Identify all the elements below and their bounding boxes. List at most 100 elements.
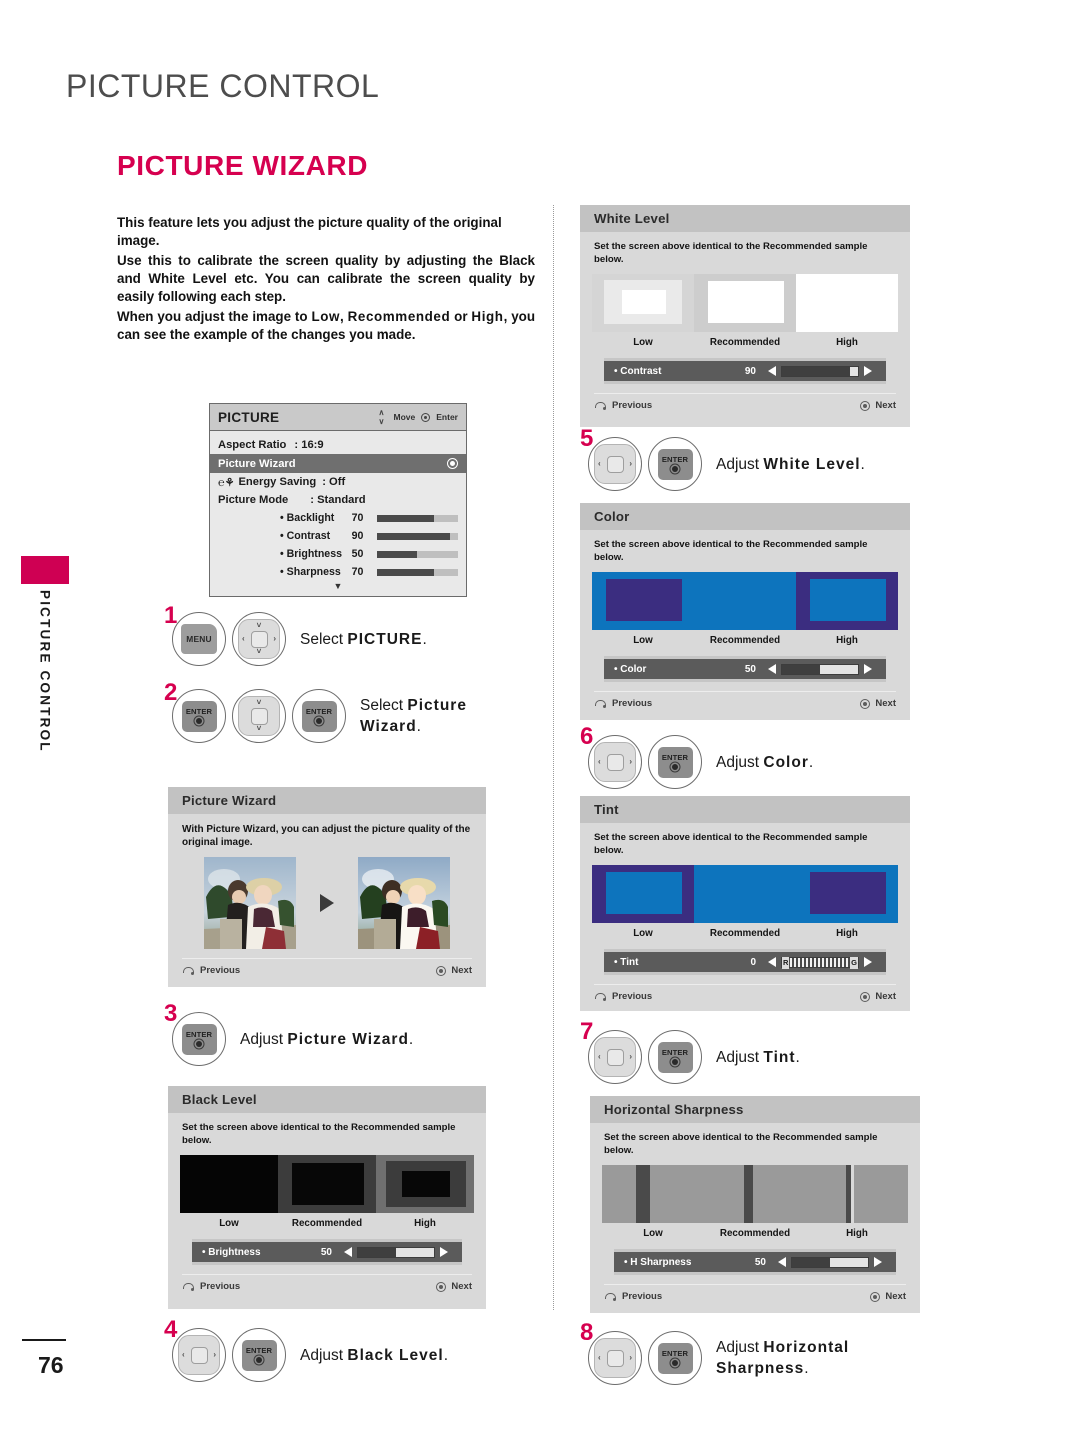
next-button[interactable]: Next [436, 965, 472, 976]
next-button[interactable]: Next [436, 1281, 472, 1292]
tint-slider[interactable]: • Tint 0 R G [604, 949, 886, 975]
osd-slider-bar[interactable] [376, 550, 459, 558]
slider-track[interactable] [781, 663, 859, 675]
previous-button[interactable]: Previous [604, 1291, 662, 1302]
osd-item-picture-wizard[interactable]: Picture Wizard [210, 454, 466, 473]
dpad-button[interactable]: ˅ ˅ ‹ › [232, 612, 286, 666]
sample-low: Low [592, 274, 694, 348]
osd-slider-bar[interactable] [376, 514, 459, 522]
previous-label: Previous [622, 1291, 663, 1302]
decrease-icon[interactable] [778, 1257, 786, 1267]
color-slider[interactable]: • Color 50 [604, 656, 886, 682]
slider-label: • Brightness [202, 1246, 261, 1258]
enter-key-icon: ENTER [181, 1023, 217, 1055]
enter-button[interactable]: ENTER [648, 735, 702, 789]
sample-high: High [376, 1155, 474, 1229]
panel-title: Black Level [168, 1086, 486, 1113]
decrease-icon[interactable] [344, 1247, 352, 1257]
next-button[interactable]: Next [860, 400, 896, 411]
step-1: 1 MENU ˅ ˅ ‹ › Select PICTURE. [164, 604, 427, 666]
slider-track[interactable] [791, 1256, 869, 1268]
sample-label: High [836, 635, 858, 646]
osd-item-energy-saving[interactable]: ℮⚘ Energy Saving : Off [210, 473, 466, 491]
osd-slider-brightness[interactable]: • Brightness 50 [210, 545, 466, 563]
next-button[interactable]: Next [860, 991, 896, 1002]
menu-button[interactable]: MENU [172, 612, 226, 666]
dpad-button[interactable]: ‹ › [588, 1030, 642, 1084]
slider-label: • Contrast [614, 365, 662, 377]
sample-image-before [204, 857, 296, 949]
osd-slider-bar[interactable] [376, 568, 459, 576]
increase-icon[interactable] [874, 1257, 882, 1267]
osd-slider-sharpness[interactable]: • Sharpness 70 [210, 563, 466, 581]
step-number: 3 [164, 1000, 178, 1027]
enter-button[interactable]: ENTER [648, 1331, 702, 1385]
slider-track[interactable] [357, 1246, 435, 1258]
panel-description: Set the screen above identical to the Re… [594, 539, 868, 563]
dpad-button[interactable]: ‹ › [588, 735, 642, 789]
slider-track[interactable] [781, 365, 859, 377]
increase-icon[interactable] [864, 664, 872, 674]
step-7: 7 ‹ › ENTER Adjust Tint. [580, 1020, 800, 1084]
slider-track[interactable]: R G [781, 956, 859, 969]
sample-label: Low [633, 337, 653, 348]
sample-swatch [796, 865, 898, 923]
sample-swatch [376, 1155, 474, 1213]
sample-label: Low [633, 635, 653, 646]
dpad-icon: ‹ › [594, 742, 636, 782]
decrease-icon[interactable] [768, 366, 776, 376]
previous-icon [182, 1282, 195, 1292]
enter-button[interactable]: ENTER [172, 689, 226, 743]
enter-button[interactable]: ENTER [648, 1030, 702, 1084]
osd-item-picture-mode[interactable]: Picture Mode : Standard [210, 491, 466, 509]
previous-label: Previous [612, 400, 653, 411]
panel-color: Color Set the screen above identical to … [580, 503, 910, 720]
decrease-icon[interactable] [768, 957, 776, 967]
dpad-button[interactable]: ˅ ˅ [232, 689, 286, 743]
step-number: 6 [580, 723, 594, 750]
next-icon [436, 965, 447, 976]
osd-slider-label: • Backlight [280, 512, 335, 524]
next-button[interactable]: Next [870, 1291, 906, 1302]
brightness-slider[interactable]: • Brightness 50 [192, 1239, 462, 1265]
increase-icon[interactable] [864, 366, 872, 376]
sample-row: Low Recommended High [168, 1147, 486, 1229]
slider-value: 50 [754, 1256, 766, 1268]
dpad-button[interactable]: ‹ › [172, 1328, 226, 1382]
osd-slider-bar[interactable] [376, 532, 459, 540]
sample-label: Recommended [709, 337, 781, 348]
previous-button[interactable]: Previous [594, 400, 652, 411]
previous-button[interactable]: Previous [182, 1281, 240, 1292]
dpad-icon: ‹ › [594, 1338, 636, 1378]
next-button[interactable]: Next [860, 698, 896, 709]
h-sharpness-slider[interactable]: • H Sharpness 50 [614, 1249, 896, 1275]
osd-slider-contrast[interactable]: • Contrast 90 [210, 527, 466, 545]
scroll-down-icon[interactable]: ▼ [210, 581, 466, 593]
dpad-button[interactable]: ‹ › [588, 1331, 642, 1385]
increase-icon[interactable] [440, 1247, 448, 1257]
sample-swatch [694, 572, 796, 630]
enter-button[interactable]: ENTER [292, 689, 346, 743]
hint-move-label: Move [393, 412, 416, 422]
sample-swatch [592, 274, 694, 332]
previous-button[interactable]: Previous [182, 965, 240, 976]
previous-button[interactable]: Previous [594, 991, 652, 1002]
osd-item-label: Energy Saving [238, 476, 317, 488]
enter-button[interactable]: ENTER [172, 1012, 226, 1066]
osd-slider-backlight[interactable]: • Backlight 70 [210, 509, 466, 527]
dpad-button[interactable]: ‹ › [588, 437, 642, 491]
enter-button[interactable]: ENTER [648, 437, 702, 491]
sample-low: Low [602, 1165, 704, 1239]
contrast-slider[interactable]: • Contrast 90 [604, 358, 886, 384]
previous-button[interactable]: Previous [594, 698, 652, 709]
osd-item-aspect-ratio[interactable]: Aspect Ratio : 16:9 [210, 436, 466, 454]
intro-paragraph-2: Use this to calibrate the screen quality… [117, 253, 535, 304]
panel-description: Set the screen above identical to the Re… [594, 241, 868, 265]
increase-icon[interactable] [864, 957, 872, 967]
decrease-icon[interactable] [768, 664, 776, 674]
enter-key-icon: ENTER [657, 1342, 693, 1374]
sample-recommended: Recommended [704, 1165, 806, 1239]
enter-button[interactable]: ENTER [232, 1328, 286, 1382]
sample-high: High [796, 865, 898, 939]
osd-body: Aspect Ratio : 16:9 Picture Wizard ℮⚘ En… [210, 431, 466, 596]
